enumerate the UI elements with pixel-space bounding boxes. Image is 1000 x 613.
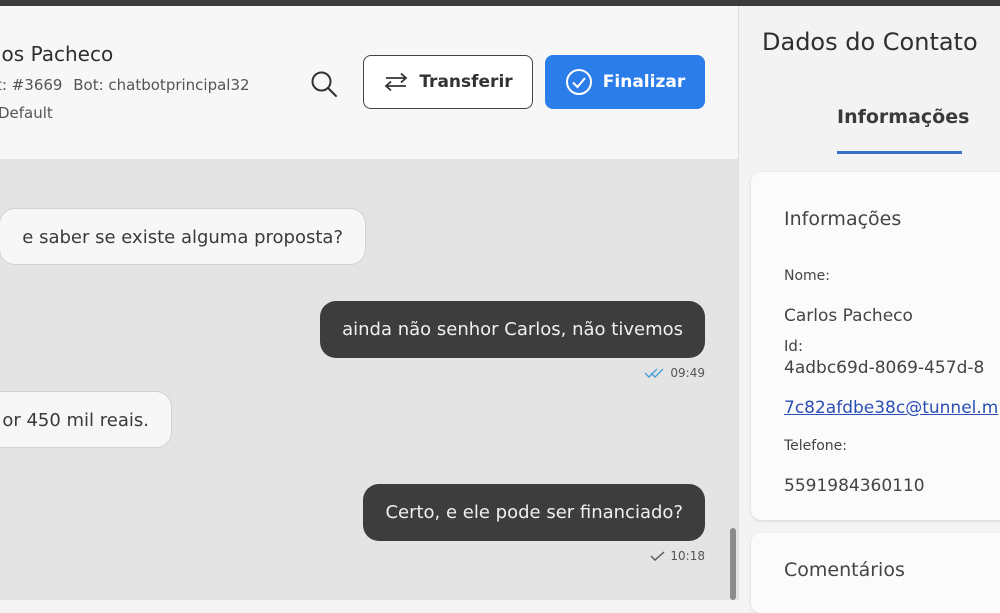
contact-meta: t: #3669 Bot: chatbotprincipal32 [0,76,256,94]
info-card-title: Informações [784,208,902,230]
phone-value: 5591984360110 [784,476,925,496]
message-incoming: or 450 mil reais. [0,391,172,448]
finalize-label: Finalizar [602,72,686,92]
queue-name: Default [0,104,53,122]
id-value: 4adbc69d-8069-457d-8 [784,358,985,378]
comments-title: Comentários [784,559,905,581]
chat-header: los Pacheco t: #3669 Bot: chatbotprincip… [0,6,738,160]
message-meta: 10:18 [650,549,705,563]
chat-messages[interactable]: e saber se existe alguma proposta? ainda… [0,160,738,600]
check-circle-icon [565,69,592,95]
transfer-label: Transferir [419,72,513,92]
phone-label: Telefone: [784,438,847,454]
search-icon [311,71,337,97]
double-check-icon [644,368,664,378]
message-meta: 09:49 [644,366,705,380]
message-outgoing: Certo, e ele pode ser financiado? [363,484,705,541]
transfer-arrows-icon [384,72,408,92]
message-outgoing: ainda não senhor Carlos, não tivemos [320,301,705,358]
info-card: Informações Nome: Carlos Pacheco Id: 4ad… [751,172,1000,520]
contact-name: los Pacheco [0,42,114,66]
search-button[interactable] [304,64,344,104]
finalize-button[interactable]: Finalizar [545,55,705,109]
active-tab-indicator [837,151,962,154]
tab-informacoes[interactable]: Informações [837,106,969,128]
message-time: 09:49 [670,366,705,380]
name-value: Carlos Pacheco [784,306,913,326]
id-label: Id: [784,337,803,355]
message-time: 10:18 [670,549,705,563]
message-incoming: e saber se existe alguma proposta? [0,208,366,265]
email-link[interactable]: 7c82afdbe38c@tunnel.m [784,398,998,418]
panel-title: Dados do Contato [762,28,978,56]
contact-panel: Dados do Contato Informações Informações… [738,6,1000,613]
check-icon [650,551,665,561]
comments-card: Comentários [751,533,1000,613]
ticket-id: t: #3669 [0,76,63,94]
chat-scrollbar[interactable] [730,528,736,600]
transfer-button[interactable]: Transferir [363,55,533,109]
name-label: Nome: [784,268,831,284]
bot-name: Bot: chatbotprincipal32 [73,76,250,94]
